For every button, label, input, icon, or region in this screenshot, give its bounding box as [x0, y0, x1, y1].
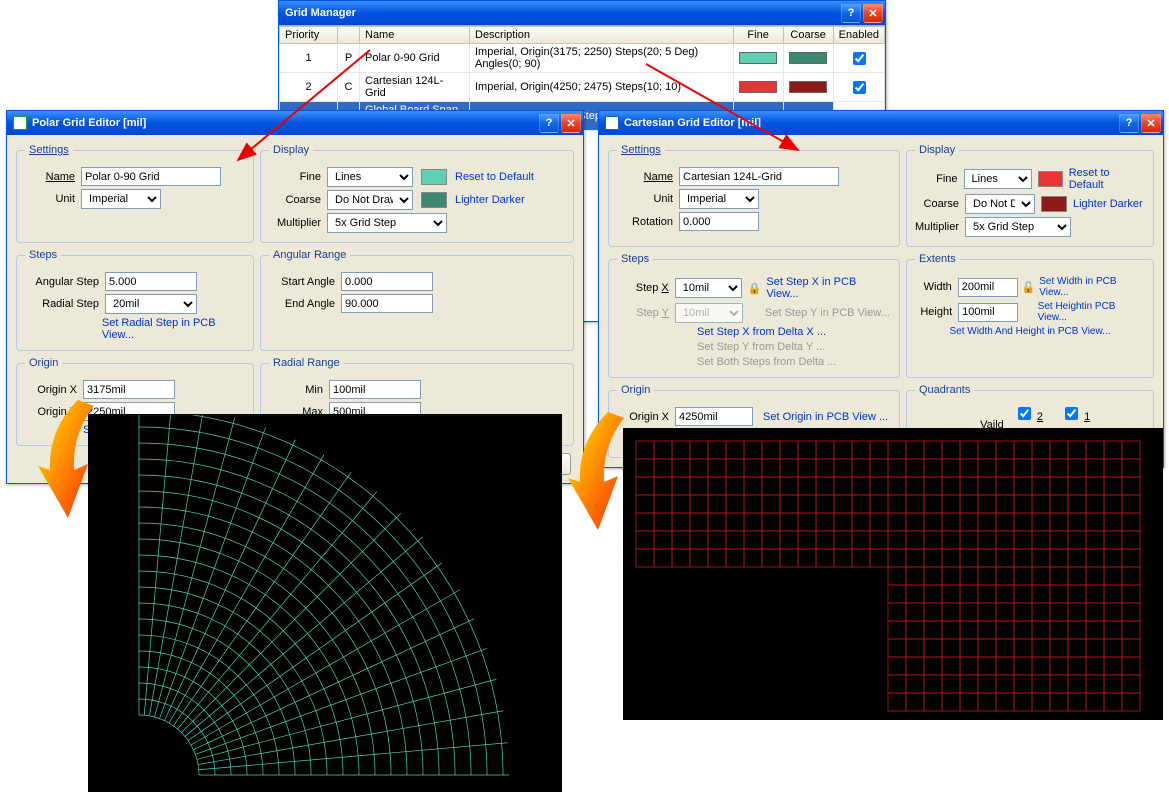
cartesian-body: Settings Name Unit Imperial Rotation Dis… — [599, 135, 1163, 467]
settings-group: Settings Name Unit Imperial Rotation — [608, 144, 900, 247]
cartesian-title: Cartesian Grid Editor [mil] — [624, 117, 1117, 129]
set-step-y-link: Set Step Y in PCB View... — [765, 307, 890, 319]
multiplier-select[interactable]: 5x Grid Step — [327, 213, 447, 233]
polar-title: Polar Grid Editor [mil] — [32, 117, 537, 129]
coarse-color-swatch[interactable] — [1041, 196, 1067, 212]
polar-preview: placeholder — [88, 414, 562, 792]
darker-link[interactable]: Darker — [492, 194, 525, 206]
fine-color-swatch[interactable] — [1038, 171, 1063, 187]
set-wh-link[interactable]: Set Width And Height in PCB View... — [949, 326, 1110, 337]
lock-icon[interactable]: 🔓 — [1021, 279, 1036, 295]
table-row[interactable]: 2 C Cartesian 124L-Grid Imperial, Origin… — [280, 73, 885, 102]
display-group: Display Fine Lines Reset to Default Coar… — [260, 144, 574, 243]
fine-swatch[interactable] — [733, 73, 783, 102]
col-type[interactable] — [338, 27, 360, 44]
name-input[interactable] — [81, 167, 221, 186]
cartesian-grid-svg — [624, 429, 1164, 721]
set-step-x-link[interactable]: Set Step X in PCB View... — [766, 276, 891, 300]
close-button[interactable]: ✕ — [863, 3, 883, 23]
unit-select[interactable]: Imperial — [81, 189, 161, 209]
height-input[interactable] — [958, 303, 1018, 322]
col-enabled[interactable]: Enabled — [833, 27, 884, 44]
step-x-select[interactable]: 10mil — [675, 278, 743, 298]
cartesian-titlebar[interactable]: Cartesian Grid Editor [mil] ? ✕ — [599, 111, 1163, 135]
fat-arrow-icon — [568, 412, 628, 532]
set-radial-link[interactable]: Set Radial Step in PCB View... — [102, 317, 245, 341]
coarse-color-swatch[interactable] — [421, 192, 447, 208]
settings-group: Settings Name Unit Imperial — [16, 144, 254, 243]
reset-default-link[interactable]: Reset to Default — [1069, 167, 1145, 191]
steps-group: Steps Step X 10mil 🔒 Set Step X in PCB V… — [608, 253, 900, 378]
polar-titlebar[interactable]: Polar Grid Editor [mil] ? ✕ — [7, 111, 583, 135]
cartesian-editor-window: Cartesian Grid Editor [mil] ? ✕ Settings… — [598, 110, 1164, 468]
darker-link[interactable]: Darker — [1110, 198, 1143, 210]
coarse-select[interactable]: Do Not Draw — [327, 190, 413, 210]
lock-icon[interactable]: 🔒 — [746, 280, 762, 296]
angular-step-input[interactable] — [105, 272, 197, 291]
steps-group: Steps Angular Step Radial Step 20mil Set… — [16, 249, 254, 351]
angular-range-group: Angular Range Start Angle End Angle — [260, 249, 574, 351]
quadrant-2[interactable]: 2 — [1014, 404, 1043, 423]
step-y-select: 10mil — [675, 303, 743, 323]
rotation-input[interactable] — [679, 212, 759, 231]
enabled-checkbox[interactable] — [853, 81, 866, 94]
polar-grid-svg: placeholder — [89, 415, 563, 793]
col-fine[interactable]: Fine — [733, 27, 783, 44]
set-step-x-delta-link[interactable]: Set Step X from Delta X ... — [697, 326, 826, 338]
grid-manager-title: Grid Manager — [285, 7, 839, 19]
unit-select[interactable]: Imperial — [679, 189, 759, 209]
col-desc[interactable]: Description — [470, 27, 734, 44]
help-button[interactable]: ? — [1119, 113, 1139, 133]
fine-select[interactable]: Lines — [327, 167, 413, 187]
quadrant-1[interactable]: 1 — [1061, 404, 1090, 423]
grid-manager-titlebar[interactable]: Grid Manager ? ✕ — [279, 1, 885, 25]
multiplier-select[interactable]: 5x Grid Step — [965, 217, 1071, 237]
set-both-steps-link: Set Both Steps from Delta ... — [697, 356, 836, 368]
fine-color-swatch[interactable] — [421, 169, 447, 185]
close-button[interactable]: ✕ — [561, 113, 581, 133]
coarse-select[interactable]: Do Not Draw — [965, 194, 1035, 214]
display-group: Display Fine Lines Reset to Default Coar… — [906, 144, 1154, 247]
start-angle-input[interactable] — [341, 272, 433, 291]
set-origin-link[interactable]: Set Origin in PCB View ... — [763, 411, 888, 423]
fine-select[interactable]: Lines — [964, 169, 1032, 189]
extents-group: Extents Width 🔓 Set Width in PCB View...… — [906, 253, 1154, 378]
coarse-swatch[interactable] — [783, 44, 833, 73]
col-name[interactable]: Name — [360, 27, 470, 44]
origin-x-input[interactable] — [675, 407, 753, 426]
table-header-row: Priority Name Description Fine Coarse En… — [280, 27, 885, 44]
radial-min-input[interactable] — [329, 380, 421, 399]
lighter-link[interactable]: Lighter — [455, 194, 489, 206]
help-button[interactable]: ? — [539, 113, 559, 133]
app-icon — [605, 116, 619, 130]
width-input[interactable] — [958, 278, 1018, 297]
origin-x-input[interactable] — [83, 380, 175, 399]
set-width-link[interactable]: Set Width in PCB View... — [1039, 276, 1145, 298]
reset-default-link[interactable]: Reset to Default — [455, 171, 534, 183]
coarse-swatch[interactable] — [783, 73, 833, 102]
table-row[interactable]: 1 P Polar 0-90 Grid Imperial, Origin(317… — [280, 44, 885, 73]
app-icon — [13, 116, 27, 130]
col-priority[interactable]: Priority — [280, 27, 338, 44]
end-angle-input[interactable] — [341, 294, 433, 313]
name-input[interactable] — [679, 167, 839, 186]
lighter-link[interactable]: Lighter — [1073, 198, 1107, 210]
col-coarse[interactable]: Coarse — [783, 27, 833, 44]
fat-arrow-icon — [38, 400, 98, 520]
set-step-y-delta-link: Set Step Y from Delta Y ... — [697, 341, 825, 353]
radial-step-select[interactable]: 20mil — [105, 294, 197, 314]
help-button[interactable]: ? — [841, 3, 861, 23]
set-height-link[interactable]: Set Heightin PCB View... — [1038, 301, 1145, 323]
fine-swatch[interactable] — [733, 44, 783, 73]
close-button[interactable]: ✕ — [1141, 113, 1161, 133]
cartesian-preview — [623, 428, 1163, 720]
enabled-checkbox[interactable] — [853, 52, 866, 65]
